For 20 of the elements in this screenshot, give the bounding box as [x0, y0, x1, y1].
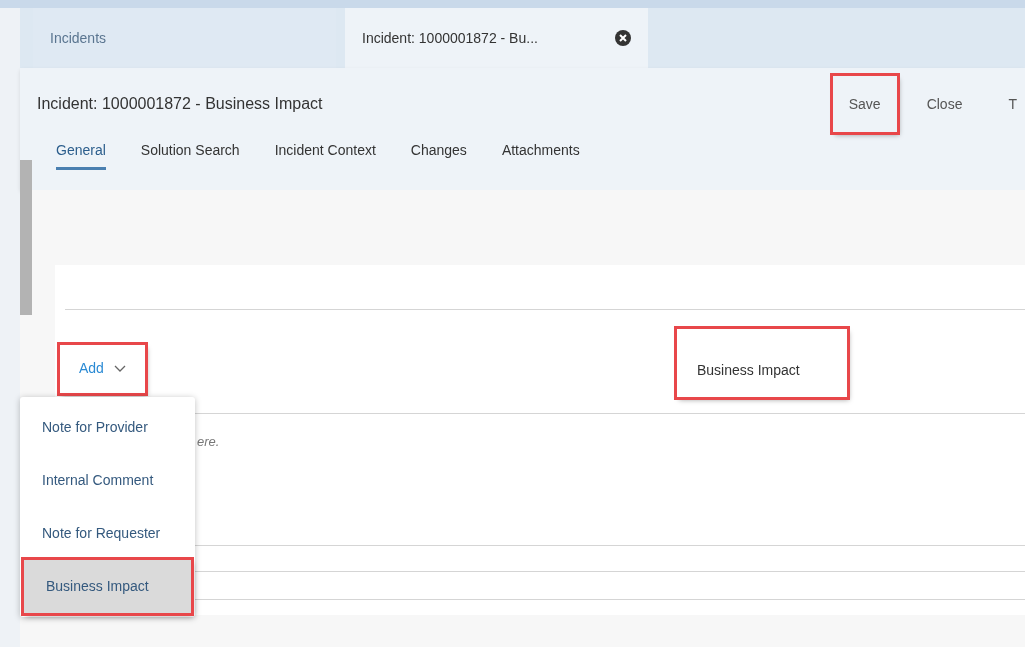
section-tab[interactable]: Attachments: [501, 140, 580, 170]
tab[interactable]: Incident: 1000001872 - Bu...: [345, 8, 648, 68]
section-tab[interactable]: General: [56, 140, 106, 170]
section-tab[interactable]: Incident Context: [274, 140, 376, 170]
page-title: Incident: 1000001872 - Business Impact: [37, 94, 323, 114]
close-icon[interactable]: [615, 30, 631, 46]
scrollbar[interactable]: [20, 160, 32, 315]
menu-item[interactable]: Note for Provider: [20, 401, 195, 454]
menu-item[interactable]: Business Impact: [24, 560, 191, 613]
section-tab[interactable]: Solution Search: [140, 140, 240, 170]
menu-item[interactable]: Internal Comment: [20, 454, 195, 507]
toolbar-button[interactable]: Close: [910, 76, 979, 132]
menu-item[interactable]: Note for Requester: [20, 507, 195, 560]
chevron-down-icon: [113, 364, 126, 373]
toolbar-button[interactable]: T: [992, 76, 1025, 132]
section-tab[interactable]: Changes: [410, 140, 467, 170]
placeholder-text: ere.: [197, 434, 220, 449]
toolbar-button[interactable]: Save: [832, 76, 897, 132]
add-menu-button[interactable]: Add: [60, 344, 145, 393]
note-type-label: Business Impact: [677, 329, 847, 397]
